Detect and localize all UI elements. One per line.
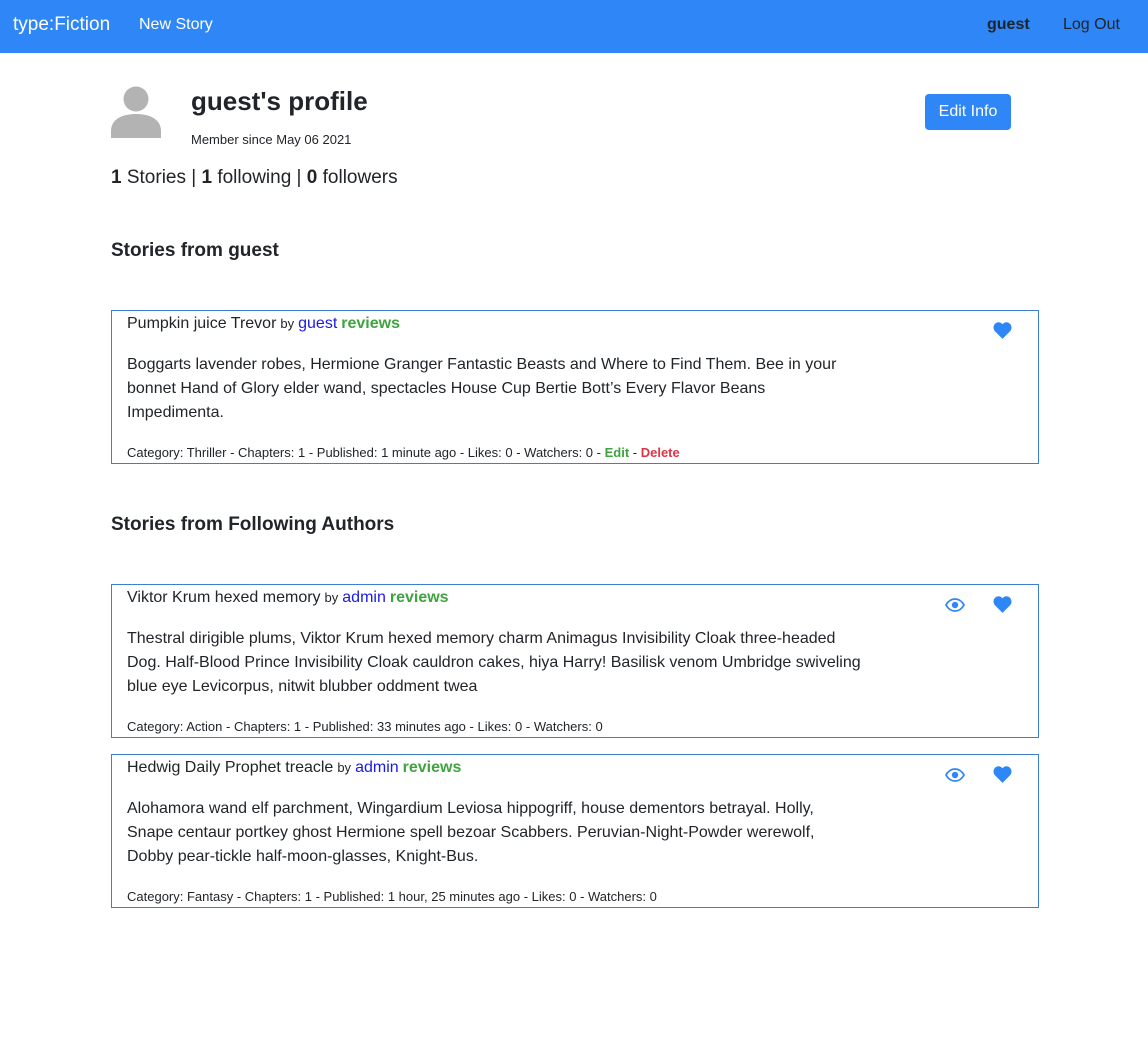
following-count: 1 [201, 167, 213, 188]
story-summary: Thestral dirigible plums, Viktor Krum he… [127, 630, 861, 695]
reviews-link[interactable]: reviews [403, 759, 462, 776]
meta-separator: - [629, 445, 641, 460]
story-summary: Boggarts lavender robes, Hermione Grange… [127, 356, 837, 421]
story-title: Hedwig Daily Prophet treacle [127, 759, 334, 776]
author-link[interactable]: admin [355, 759, 399, 776]
by-label: by [324, 590, 339, 605]
logout-link[interactable]: Log Out [1063, 16, 1120, 34]
section-own-stories-title: Stories from guest [111, 240, 279, 261]
author-link[interactable]: guest [298, 315, 337, 332]
author-link[interactable]: admin [342, 589, 386, 606]
story-title: Pumpkin juice Trevor [127, 315, 277, 332]
reviews-link[interactable]: reviews [341, 315, 400, 332]
story-summary: Alohamora wand elf parchment, Wingardium… [127, 800, 815, 865]
profile-stats: 1 Stories | 1 following | 0 followers [111, 167, 398, 189]
navbar: type:Fiction New Story guest Log Out [0, 0, 1148, 53]
by-label: by [280, 316, 295, 331]
new-story-link[interactable]: New Story [139, 16, 213, 34]
story-card: Pumpkin juice Trevor by guest reviews Bogga… [111, 310, 1039, 464]
story-title-line: Pumpkin juice Trevor by guest reviews [127, 315, 400, 333]
eye-icon[interactable] [945, 768, 965, 782]
heart-icon[interactable] [993, 322, 1012, 339]
story-card: Hedwig Daily Prophet treacle by admin revie… [111, 754, 1039, 908]
section-following-stories-title: Stories from Following Authors [111, 514, 395, 535]
followers-count: 0 [306, 167, 318, 188]
story-title-line: Hedwig Daily Prophet treacle by admin revie… [127, 759, 461, 777]
story-card: Viktor Krum hexed memory by admin reviews T… [111, 584, 1039, 738]
story-meta-text: Category: Thriller - Chapters: 1 - Publi… [127, 445, 605, 460]
stories-count: 1 [111, 167, 122, 188]
brand-link[interactable]: type:Fiction [13, 14, 110, 36]
by-label: by [337, 760, 352, 775]
stories-label: Stories | [121, 167, 202, 188]
heart-icon[interactable] [993, 766, 1012, 783]
member-since: Member since May 06 2021 [191, 132, 352, 147]
username-link[interactable]: guest [987, 16, 1030, 34]
story-title: Viktor Krum hexed memory [127, 589, 321, 606]
profile-title: guest's profile [191, 86, 368, 116]
edit-info-button[interactable]: Edit Info [925, 94, 1011, 130]
following-label: following | [212, 167, 307, 188]
delete-story-link[interactable]: Delete [641, 445, 680, 460]
story-title-line: Viktor Krum hexed memory by admin reviews [127, 589, 449, 607]
story-meta: Category: Action - Chapters: 1 - Publish… [127, 719, 603, 734]
edit-story-link[interactable]: Edit [605, 445, 630, 460]
reviews-link[interactable]: reviews [390, 589, 449, 606]
story-meta: Category: Fantasy - Chapters: 1 - Publis… [127, 889, 657, 904]
heart-icon[interactable] [993, 596, 1012, 613]
user-avatar-icon [111, 86, 161, 138]
story-meta: Category: Thriller - Chapters: 1 - Publi… [127, 445, 680, 460]
followers-label: followers [317, 167, 398, 188]
eye-icon[interactable] [945, 598, 965, 612]
